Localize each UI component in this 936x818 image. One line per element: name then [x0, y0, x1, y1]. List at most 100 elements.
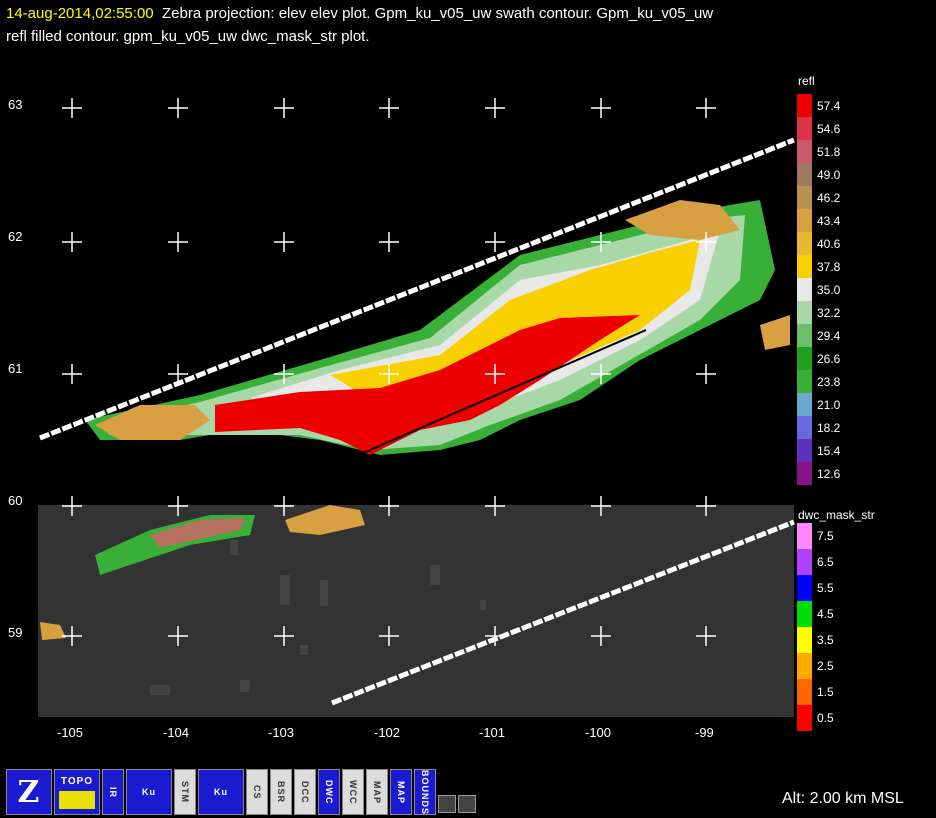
y-tick-61: 61	[8, 361, 23, 376]
colorbar-swatch	[797, 416, 812, 439]
colorbar-swatch	[797, 324, 812, 347]
map-plot[interactable]	[0, 0, 936, 818]
colorbar-label: 49.0	[817, 167, 841, 182]
x-tick-104: -104	[163, 725, 190, 740]
wcc-button[interactable]: WCC	[342, 769, 364, 815]
colorbar-label: 51.8	[817, 144, 841, 159]
dwc-colorbar-title: dwc_mask_str	[798, 508, 875, 522]
colorbar-swatch	[797, 278, 812, 301]
colorbar-swatch	[797, 186, 812, 209]
colorbar-label: 7.5	[817, 529, 834, 543]
colorbar-label: 43.4	[817, 213, 841, 228]
colorbar-swatch	[797, 301, 812, 324]
dwc-label: DWC	[324, 779, 334, 805]
colorbar-swatch	[797, 627, 812, 653]
x-tick-103: -103	[268, 725, 295, 740]
refl-east-small	[760, 315, 790, 350]
x-tick-102: -102	[374, 725, 401, 740]
map2-button[interactable]: MAP	[390, 769, 412, 815]
colorbar-label: 12.6	[817, 466, 841, 481]
ku-v5-icon: Ku	[214, 787, 228, 797]
terrain-icon	[59, 790, 95, 809]
colorbar-label: 23.8	[817, 374, 841, 389]
colorbar-swatch	[797, 163, 812, 186]
bsr-label: BSR	[276, 780, 286, 803]
colorbar-swatch	[797, 209, 812, 232]
colorbar-swatch	[797, 232, 812, 255]
colorbar-swatch	[797, 347, 812, 370]
dwc-colorbar	[797, 523, 812, 731]
colorbar-label: 1.5	[817, 685, 834, 699]
bounds-button[interactable]: BOUNDS	[414, 769, 436, 815]
colorbar-label: 35.0	[817, 282, 841, 297]
zebra-logo-button[interactable]: Z	[6, 769, 52, 815]
stm-button[interactable]: STM	[174, 769, 196, 815]
x-tick-99: -99	[695, 725, 714, 740]
colorbar-label: 15.4	[817, 443, 841, 458]
ku-icon: Ku	[142, 787, 156, 797]
colorbar-swatch	[797, 255, 812, 278]
colorbar-swatch	[797, 601, 812, 627]
colorbar-label: 4.5	[817, 607, 834, 621]
colorbar-swatch	[797, 140, 812, 163]
colorbar-label: 54.6	[817, 121, 841, 136]
map2-label: MAP	[396, 780, 406, 804]
colorbar-label: 18.2	[817, 420, 841, 435]
colorbar-label: 37.8	[817, 259, 841, 274]
colorbar-swatch	[797, 439, 812, 462]
colorbar-swatch	[797, 523, 812, 549]
colorbar-label: 21.0	[817, 397, 841, 412]
colorbar-label: 46.2	[817, 190, 841, 205]
map-label: MAP	[372, 780, 382, 804]
ku-v5-button[interactable]: Ku	[198, 769, 244, 815]
colorbar-label: 6.5	[817, 555, 834, 569]
x-tick-100: -100	[585, 725, 612, 740]
colorbar-swatch	[797, 705, 812, 731]
colorbar-swatch	[797, 462, 812, 485]
colorbar-label: 0.5	[817, 711, 834, 725]
zebra-z-icon: Z	[17, 774, 41, 810]
colorbar-swatch	[797, 117, 812, 140]
toolbar: Z TOPO IR Ku STM Ku CS BSR DCC DWC WCC M…	[6, 767, 476, 815]
colorbar-label: 26.6	[817, 351, 841, 366]
x-tick-105: -105	[57, 725, 84, 740]
sfc-gpm-button[interactable]: CS	[246, 769, 268, 815]
satellite-icon: IR	[108, 786, 118, 798]
x-tick-101: -101	[479, 725, 506, 740]
dcc-button[interactable]: DCC	[294, 769, 316, 815]
colorbar-swatch	[797, 370, 812, 393]
ku-overlay-button[interactable]: Ku	[126, 769, 172, 815]
colorbar-swatch	[797, 393, 812, 416]
bsr-button[interactable]: BSR	[270, 769, 292, 815]
bounds-label: BOUNDS	[420, 769, 430, 815]
y-tick-60: 60	[8, 493, 23, 508]
dwc-button[interactable]: DWC	[318, 769, 340, 815]
colorbar-label: 3.5	[817, 633, 834, 647]
y-tick-63: 63	[8, 97, 23, 112]
colorbar-swatch	[797, 94, 812, 117]
map-button[interactable]: MAP	[366, 769, 388, 815]
colorbar-swatch	[797, 575, 812, 601]
topo-button[interactable]: TOPO	[54, 769, 100, 815]
stm-label: STM	[180, 781, 190, 803]
colorbar-swatch	[797, 549, 812, 575]
ir-satellite-button[interactable]: IR	[102, 769, 124, 815]
y-tick-59: 59	[8, 625, 23, 640]
grid-icon[interactable]	[458, 795, 476, 813]
y-tick-62: 62	[8, 229, 23, 244]
colorbar-label: 57.4	[817, 98, 841, 113]
dcc-label: DCC	[300, 780, 310, 804]
colorbar-label: 5.5	[817, 581, 834, 595]
refl-colorbar-title: refl	[798, 74, 815, 88]
wcc-label: WCC	[348, 779, 358, 805]
colorbar-label: 32.2	[817, 305, 841, 320]
refl-colorbar	[797, 94, 812, 485]
altitude-status: Alt: 2.00 km MSL	[782, 790, 904, 807]
colorbar-label: 2.5	[817, 659, 834, 673]
target-icon[interactable]	[438, 795, 456, 813]
topo-label: TOPO	[60, 775, 94, 787]
colorbar-swatch	[797, 679, 812, 705]
colorbar-label: 40.6	[817, 236, 841, 251]
colorbar-swatch	[797, 653, 812, 679]
colorbar-label: 29.4	[817, 328, 841, 343]
